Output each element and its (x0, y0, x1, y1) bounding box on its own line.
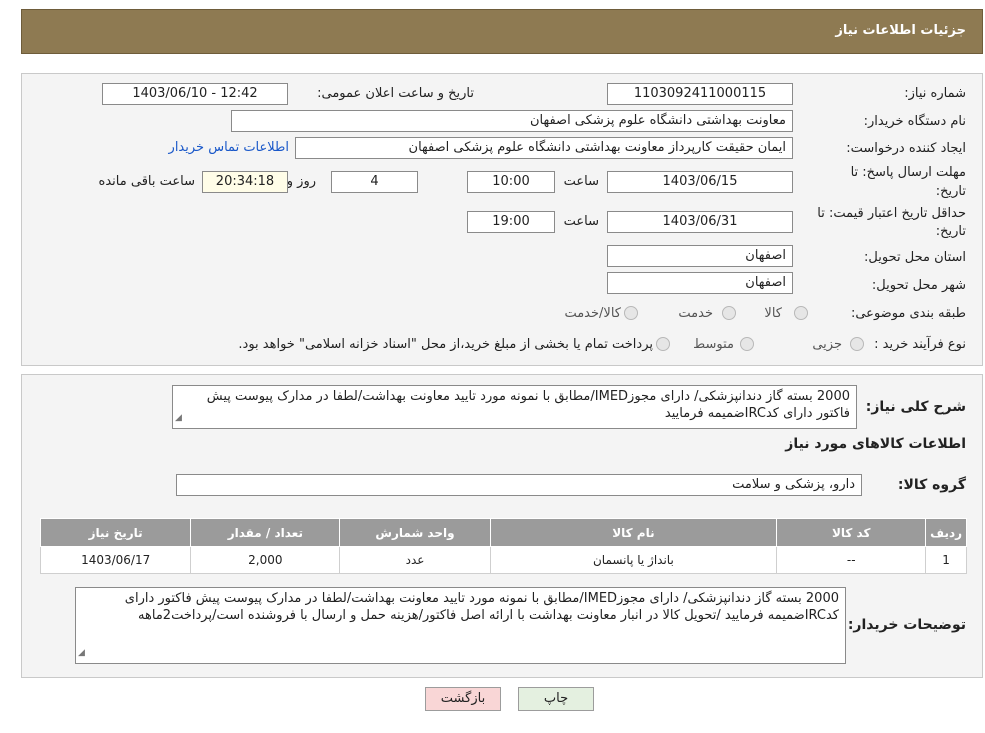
summary-label: شرح کلی نیاز: (865, 399, 966, 415)
process-option-minor: جزیی (812, 337, 842, 352)
summary-text: 2000 بسته گاز دندانپزشکی/ دارای مجوزIMED… (206, 389, 850, 421)
page-header: جزئیات اطلاعات نیاز (21, 9, 983, 54)
table-header-row: ردیف کد کالا نام کالا واحد شمارش تعداد /… (39, 518, 967, 547)
goods-info-title: اطلاعات کالاهای مورد نیاز (785, 436, 966, 452)
category-option-goods-service: کالا/خدمت (564, 306, 621, 321)
page-title: جزئیات اطلاعات نیاز (835, 23, 966, 38)
col-code-header: کد کالا (776, 518, 927, 547)
resize-grip-icon[interactable]: ◢ (78, 645, 85, 662)
deadline-label-2: تاریخ: (935, 184, 966, 199)
buyer-org-field: معاونت بهداشتی دانشگاه علوم پزشکی اصفهان (231, 110, 793, 132)
category-radio-goods-service[interactable] (624, 306, 638, 320)
col-date-header: تاریخ نیاز (39, 518, 192, 547)
buyer-org-label: نام دستگاه خریدار: (863, 114, 966, 129)
process-label: نوع فرآیند خرید : (874, 337, 966, 352)
province-field: اصفهان (607, 245, 793, 267)
cell-date: 1403/06/17 (39, 546, 192, 574)
buyer-notes-textarea[interactable]: 2000 بسته گاز دندانپزشکی/ دارای مجوزIMED… (75, 587, 846, 664)
creator-label: ایجاد کننده درخواست: (846, 141, 966, 156)
print-button[interactable]: چاپ (518, 687, 594, 711)
process-radio-minor[interactable] (850, 337, 864, 351)
col-unit-header: واحد شمارش (339, 518, 491, 547)
days-field: 4 (331, 171, 418, 193)
price-valid-label: حداقل تاریخ اعتبار قیمت: تا (817, 206, 966, 221)
col-name-header: نام کالا (489, 518, 778, 547)
table-row: 1 -- بانداژ یا پانسمان عدد 2,000 1403/06… (39, 546, 967, 574)
cell-unit: عدد (339, 546, 491, 574)
col-row-header: ردیف (925, 518, 967, 547)
deadline-date-field: 1403/06/15 (607, 171, 793, 193)
cell-name: بانداژ یا پانسمان (489, 546, 778, 574)
category-label: طبقه بندی موضوعی: (850, 306, 966, 321)
announce-field: 1403/06/10 - 12:42 (102, 83, 288, 105)
buyer-notes-text: 2000 بسته گاز دندانپزشکی/ دارای مجوزIMED… (124, 591, 839, 623)
category-option-goods: کالا (764, 306, 782, 321)
category-radio-service[interactable] (722, 306, 736, 320)
treasury-checkbox[interactable] (656, 337, 670, 351)
deadline-time-field: 10:00 (467, 171, 555, 193)
process-note: پرداخت تمام یا بخشی از مبلغ خرید،از محل … (238, 337, 653, 352)
goods-table: ردیف کد کالا نام کالا واحد شمارش تعداد /… (39, 518, 967, 574)
price-valid-time-field: 19:00 (467, 211, 555, 233)
deadline-time-label: ساعت (563, 174, 599, 189)
price-valid-time-label: ساعت (563, 214, 599, 229)
resize-grip-icon[interactable]: ◢ (175, 410, 182, 427)
province-label: استان محل تحویل: (864, 250, 966, 265)
process-radio-medium[interactable] (740, 337, 754, 351)
remaining-time-field: 20:34:18 (202, 171, 288, 193)
category-option-service: خدمت (678, 306, 713, 321)
back-button[interactable]: بازگشت (425, 687, 501, 711)
buyer-notes-label: توضیحات خریدار: (847, 617, 966, 633)
buyer-contact-link[interactable]: اطلاعات تماس خریدار (169, 140, 289, 155)
process-option-medium: متوسط (693, 337, 734, 352)
goods-group-field: دارو، پزشکی و سلامت (176, 474, 862, 496)
cell-row: 1 (925, 546, 967, 574)
category-radio-goods[interactable] (794, 306, 808, 320)
price-valid-label-2: تاریخ: (935, 224, 966, 239)
deadline-label: مهلت ارسال پاسخ: تا (850, 165, 966, 180)
remaining-label: ساعت باقی مانده (98, 174, 195, 189)
announce-label: تاریخ و ساعت اعلان عمومی: (317, 86, 474, 101)
cell-qty: 2,000 (190, 546, 341, 574)
city-field: اصفهان (607, 272, 793, 294)
creator-field: ایمان حقیقت کارپرداز معاونت بهداشتی دانش… (295, 137, 793, 159)
price-valid-date-field: 1403/06/31 (607, 211, 793, 233)
city-label: شهر محل تحویل: (871, 278, 966, 293)
col-qty-header: تعداد / مقدار (190, 518, 341, 547)
need-number-label: شماره نیاز: (904, 86, 966, 101)
need-number-field: 1103092411000115 (607, 83, 793, 105)
cell-code: -- (776, 546, 927, 574)
days-label: روز و (286, 174, 316, 189)
summary-textarea[interactable]: 2000 بسته گاز دندانپزشکی/ دارای مجوزIMED… (172, 385, 857, 429)
goods-group-label: گروه کالا: (897, 477, 966, 493)
